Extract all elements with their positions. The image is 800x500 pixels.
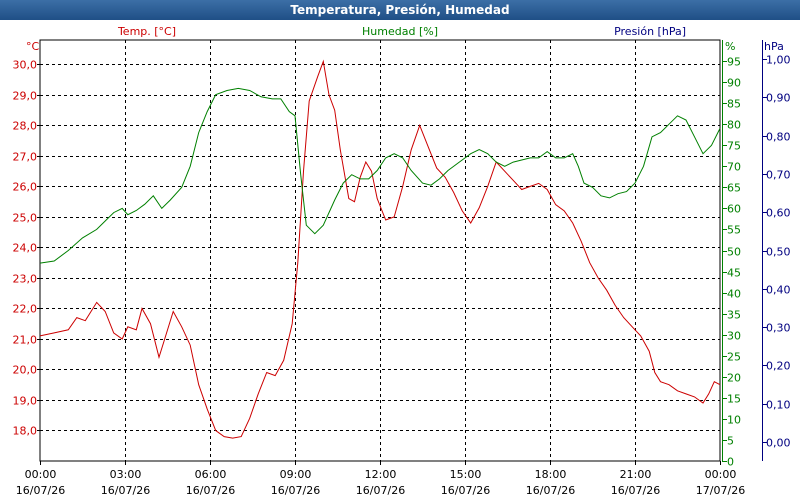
temp-axis-title: Temp. [°C] [117, 25, 176, 38]
x-tick-time: 03:00 [110, 468, 142, 481]
pressure-tick-label: 0,50 [766, 246, 791, 259]
temp-tick-label: 29,0 [13, 90, 38, 103]
window-title: Temperatura, Presión, Humedad [0, 0, 800, 20]
x-tick-time: 00:00 [25, 468, 57, 481]
humidity-tick-label: 70 [727, 161, 741, 174]
humidity-tick-label: 35 [727, 309, 741, 322]
temp-tick-label: 25,0 [13, 212, 38, 225]
temp-tick-label: 19,0 [13, 395, 38, 408]
pressure-tick-label: 0,90 [766, 92, 791, 105]
x-tick-date: 16/07/26 [186, 484, 235, 497]
humidity-tick-label: 75 [727, 140, 741, 153]
temp-tick-label: 26,0 [13, 181, 38, 194]
x-tick-time: 12:00 [365, 468, 397, 481]
humidity-tick-label: 95 [727, 56, 741, 69]
humidity-axis-title: Humedad [%] [362, 25, 438, 38]
humidity-tick-label: 45 [727, 267, 741, 280]
temp-axis-unit: °C [26, 40, 40, 53]
temp-tick-label: 27,0 [13, 151, 38, 164]
humidity-tick-label: 25 [727, 351, 741, 364]
pressure-tick-label: 0,60 [766, 207, 791, 220]
humidity-axis-unit: % [725, 40, 735, 53]
pressure-tick-label: 0,00 [766, 437, 791, 450]
humidity-tick-label: 50 [727, 246, 741, 259]
humidity-tick-label: 55 [727, 224, 741, 237]
x-tick-time: 06:00 [195, 468, 227, 481]
x-tick-date: 16/07/26 [16, 484, 65, 497]
temp-tick-label: 30,0 [13, 59, 38, 72]
humidity-tick-label: 40 [727, 288, 741, 301]
pressure-tick-label: 1,00 [766, 54, 791, 67]
grid-lines [39, 39, 721, 462]
temp-tick-label: 28,0 [13, 120, 38, 133]
x-tick-time: 15:00 [450, 468, 482, 481]
pressure-tick-label: 0,30 [766, 322, 791, 335]
x-tick-time: 00:00 [705, 468, 737, 481]
humidity-tick-label: 0 [727, 456, 734, 469]
pressure-axis-unit: hPa [764, 40, 784, 53]
x-tick-date: 16/07/26 [101, 484, 150, 497]
temp-tick-label: 24,0 [13, 242, 38, 255]
pressure-axis-title: Presión [hPa] [614, 25, 686, 38]
humidity-tick-label: 85 [727, 98, 741, 111]
temp-tick-label: 18,0 [13, 425, 38, 438]
humidity-tick-label: 15 [727, 393, 741, 406]
humidity-tick-label: 80 [727, 119, 741, 132]
x-tick-date: 17/07/26 [696, 484, 745, 497]
x-tick-time: 18:00 [535, 468, 567, 481]
temp-tick-label: 23,0 [13, 273, 38, 286]
x-tick-date: 16/07/26 [611, 484, 660, 497]
x-tick-date: 16/07/26 [441, 484, 490, 497]
temp-tick-label: 21,0 [13, 334, 38, 347]
x-tick-time: 21:00 [620, 468, 652, 481]
x-tick-date: 16/07/26 [356, 484, 405, 497]
humidity-tick-label: 20 [727, 372, 741, 385]
humidity-tick-label: 10 [727, 414, 741, 427]
pressure-tick-label: 0,40 [766, 284, 791, 297]
x-tick-date: 16/07/26 [526, 484, 575, 497]
pressure-tick-label: 0,10 [766, 399, 791, 412]
temp-tick-label: 22,0 [13, 303, 38, 316]
chart: 30,0 29,0 28,0 27,0 26,0 25,0 24,0 23,0 22,0 21,0… [13, 25, 791, 497]
x-tick-time: 09:00 [280, 468, 312, 481]
humidity-tick-label: 65 [727, 182, 741, 195]
humidity-tick-label: 60 [727, 203, 741, 216]
humidity-tick-label: 30 [727, 330, 741, 343]
x-tick-date: 16/07/26 [271, 484, 320, 497]
temp-tick-label: 20,0 [13, 364, 38, 377]
pressure-tick-label: 0,70 [766, 169, 791, 182]
pressure-tick-label: 0,20 [766, 360, 791, 373]
humidity-tick-label: 90 [727, 77, 741, 90]
humidity-tick-label: 5 [727, 435, 734, 448]
pressure-tick-label: 0,80 [766, 131, 791, 144]
